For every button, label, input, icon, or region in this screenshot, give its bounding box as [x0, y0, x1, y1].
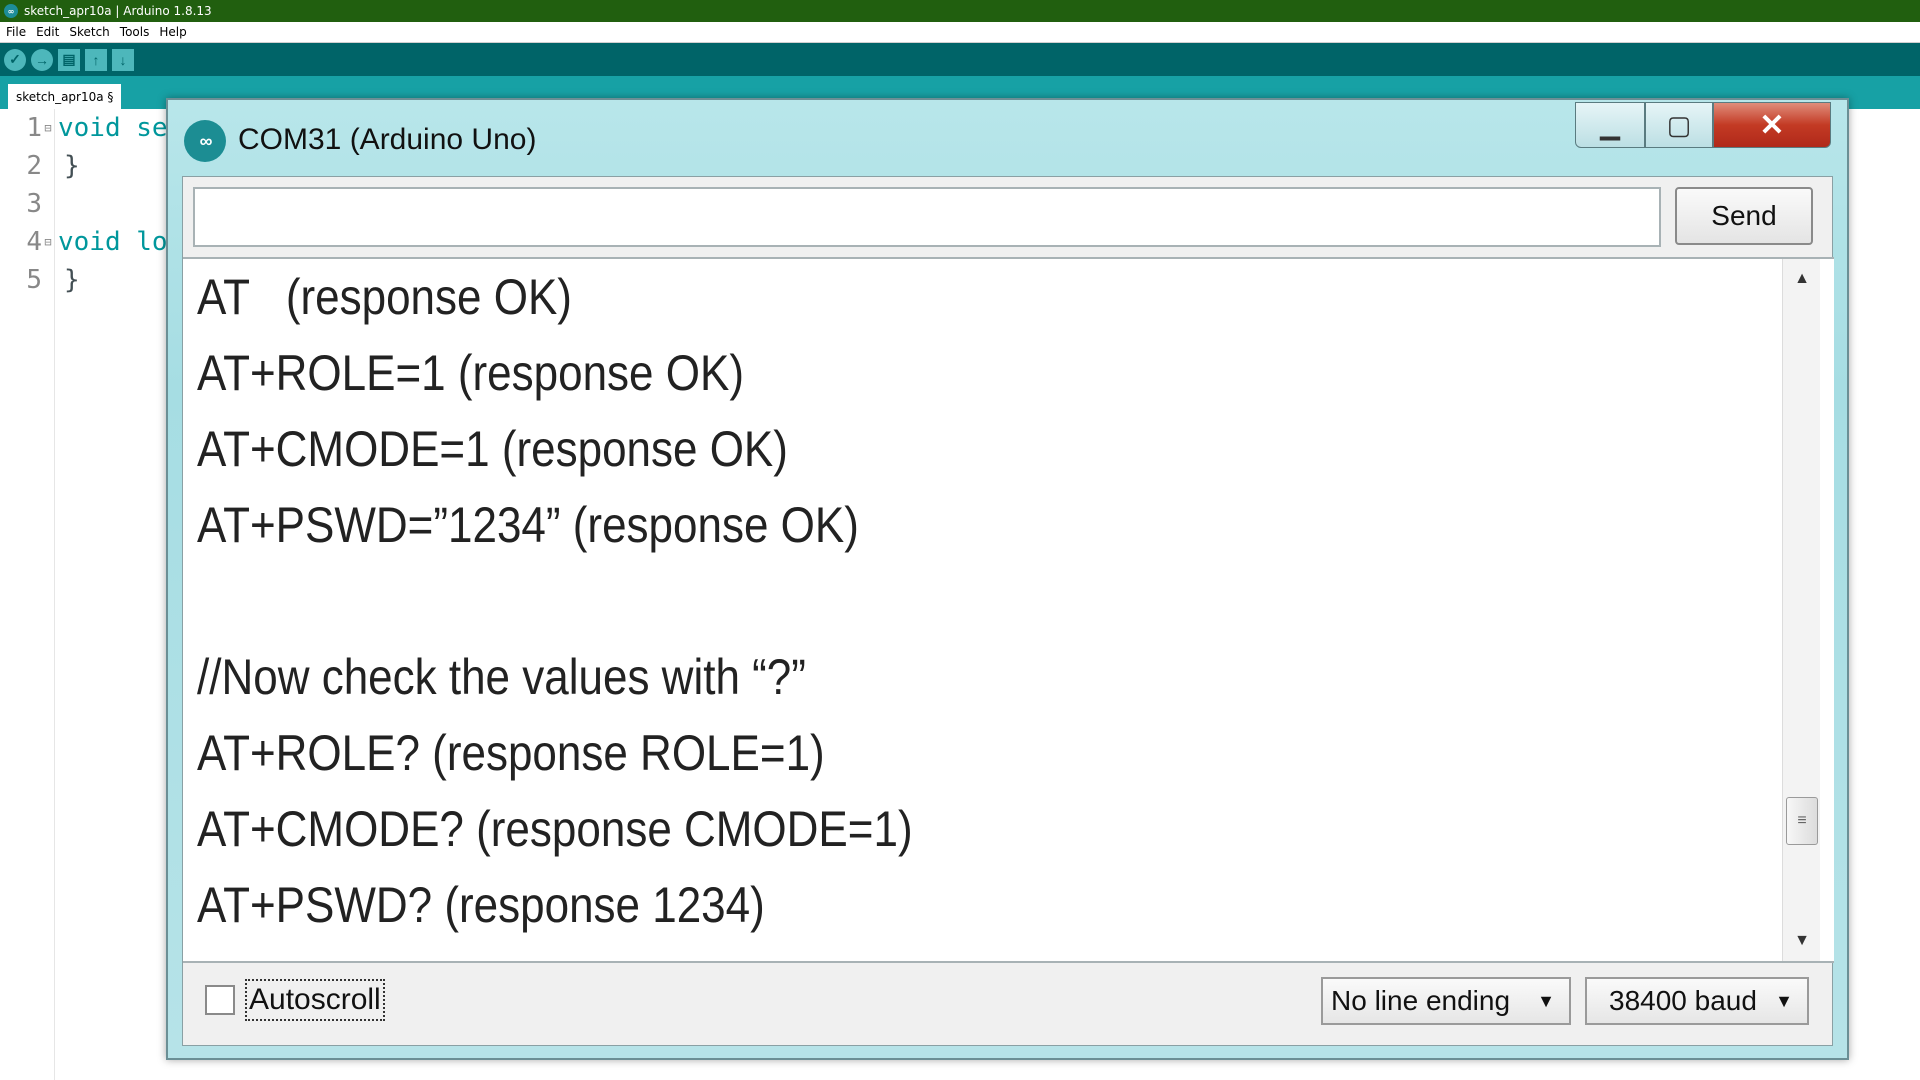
- open-arrow-up-icon[interactable]: ↑: [85, 48, 107, 71]
- code-line: 3: [0, 185, 58, 223]
- send-button[interactable]: Send: [1675, 187, 1813, 245]
- code-text: }: [64, 151, 80, 181]
- window-controls: ▁ ▢ ✕: [1575, 102, 1831, 148]
- sketch-tab[interactable]: sketch_apr10a §: [8, 84, 122, 109]
- menu-tools[interactable]: Tools: [120, 25, 150, 39]
- ide-toolbar: ✓ → ▤ ↑ ↓: [0, 43, 1920, 76]
- scroll-down-arrow-icon[interactable]: ▼: [1783, 923, 1821, 959]
- menu-help[interactable]: Help: [159, 25, 186, 39]
- save-arrow-down-icon[interactable]: ↓: [112, 48, 134, 71]
- serial-monitor-titlebar[interactable]: ∞ COM31 (Arduino Uno) ▁ ▢ ✕: [168, 100, 1847, 174]
- output-line: AT+ROLE? (response ROLE=1): [197, 725, 825, 781]
- upload-arrow-icon[interactable]: →: [31, 48, 53, 71]
- serial-output-area[interactable]: AT (response OK) AT+ROLE=1 (response OK)…: [183, 257, 1834, 963]
- line-number: 3: [26, 189, 42, 219]
- code-line: 5 }: [0, 261, 80, 299]
- serial-input-field[interactable]: [193, 187, 1661, 247]
- output-line: AT+PSWD? (response 1234): [197, 877, 765, 933]
- baud-rate-select[interactable]: 38400 baud ▼: [1585, 977, 1809, 1025]
- line-ending-value: No line ending: [1331, 985, 1511, 1016]
- scroll-thumb-grip-icon[interactable]: ≡: [1786, 797, 1818, 845]
- output-line: //Now check the values with “?”: [197, 649, 806, 705]
- serial-monitor-footer: Autoscroll No line ending ▼ 38400 baud ▼: [183, 963, 1834, 1045]
- menu-edit[interactable]: Edit: [36, 25, 59, 39]
- ide-menubar: File Edit Sketch Tools Help: [0, 22, 1920, 43]
- serial-monitor-title: COM31 (Arduino Uno): [238, 123, 537, 156]
- verify-check-icon[interactable]: ✓: [4, 48, 26, 71]
- line-number: 4: [26, 227, 42, 257]
- new-file-icon[interactable]: ▤: [58, 48, 80, 71]
- autoscroll-checkbox[interactable]: [205, 985, 235, 1015]
- line-number: 2: [26, 151, 42, 181]
- arduino-logo-icon: ∞: [4, 4, 18, 18]
- output-line: AT+CMODE? (response CMODE=1): [197, 801, 913, 857]
- minimize-icon[interactable]: ▁: [1575, 102, 1645, 148]
- code-line: 2 }: [0, 147, 80, 185]
- close-icon[interactable]: ✕: [1713, 102, 1831, 148]
- code-text: void se: [58, 113, 168, 143]
- menu-file[interactable]: File: [6, 25, 26, 39]
- serial-monitor-window: ∞ COM31 (Arduino Uno) ▁ ▢ ✕ Send AT (res…: [166, 98, 1849, 1060]
- baud-rate-value: 38400 baud: [1609, 985, 1757, 1016]
- code-line: 4 ⊟ void lo: [0, 223, 168, 261]
- output-line: AT+ROLE=1 (response OK): [197, 345, 744, 401]
- code-text: }: [64, 265, 80, 295]
- maximize-icon[interactable]: ▢: [1645, 102, 1713, 148]
- fold-minus-icon[interactable]: ⊟: [42, 235, 54, 249]
- serial-monitor-body: Send AT (response OK) AT+ROLE=1 (respons…: [182, 176, 1834, 1046]
- scroll-up-arrow-icon[interactable]: ▲: [1783, 261, 1821, 297]
- ide-titlebar: ∞ sketch_apr10a | Arduino 1.8.13: [0, 0, 1920, 22]
- autoscroll-label[interactable]: Autoscroll: [245, 979, 385, 1021]
- code-text: void lo: [58, 227, 168, 257]
- output-scrollbar[interactable]: ▲ ≡ ▼: [1782, 259, 1820, 961]
- code-line: 1 ⊟ void se: [0, 109, 168, 147]
- output-line: AT+CMODE=1 (response OK): [197, 421, 788, 477]
- fold-minus-icon[interactable]: ⊟: [42, 121, 54, 135]
- ide-window-title: sketch_apr10a | Arduino 1.8.13: [24, 4, 212, 18]
- output-line: AT+PSWD=”1234” (response OK): [197, 497, 859, 553]
- line-number: 5: [26, 265, 42, 295]
- arduino-logo-icon: ∞: [184, 120, 226, 162]
- line-number: 1: [26, 113, 42, 143]
- chevron-down-icon: ▼: [1775, 990, 1793, 1011]
- output-line: AT (response OK): [197, 269, 572, 325]
- line-ending-select[interactable]: No line ending ▼: [1321, 977, 1571, 1025]
- menu-sketch[interactable]: Sketch: [69, 25, 109, 39]
- chevron-down-icon: ▼: [1537, 990, 1555, 1011]
